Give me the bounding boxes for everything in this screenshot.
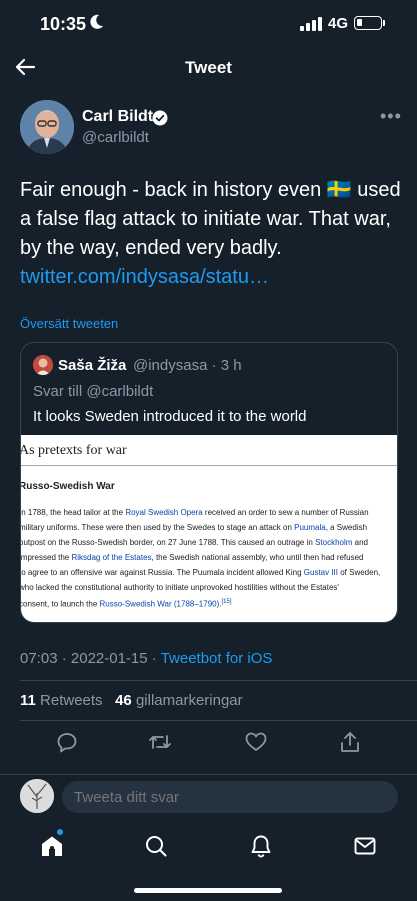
wiki-link: Stockholm [315, 538, 353, 547]
wiki-link: Royal Swedish Opera [125, 508, 203, 517]
reply-button[interactable] [53, 730, 81, 754]
nav-notifications[interactable] [247, 832, 275, 860]
reply-input[interactable] [62, 781, 398, 813]
wiki-line: consent, to launch the Russo-Swedish War… [21, 595, 397, 612]
like-count: 46 [115, 692, 132, 709]
wiki-text: impressed the [21, 553, 72, 562]
reply-icon [57, 733, 77, 753]
like-button[interactable] [242, 730, 270, 754]
retweet-label: Retweets [40, 692, 103, 709]
tweet-source[interactable]: Tweetbot for iOS [161, 650, 273, 667]
wiki-line: military uniforms. These were then used … [21, 520, 397, 535]
like-icon [245, 732, 267, 751]
home-indicator [134, 888, 282, 893]
tweet-stats: 11 Retweets 46 gillamarkeringar [20, 692, 243, 709]
author-name[interactable]: Carl Bildt [82, 108, 153, 126]
wiki-line: impressed the Riksdag of the Estates, th… [21, 550, 397, 565]
tweet-meta: 07:03 · 2022-01-15 · Tweetbot for iOS [20, 650, 272, 667]
wiki-text: to agree to an offensive war against Rus… [21, 568, 304, 577]
retweet-stat[interactable]: 11 Retweets [20, 692, 103, 709]
retweet-count: 11 [20, 692, 36, 709]
network-type: 4G [328, 15, 349, 32]
share-button[interactable] [336, 730, 364, 754]
notification-dot [57, 829, 63, 835]
home-icon [42, 836, 62, 856]
tweet-text: Fair enough - back in history even 🇸🇪 us… [20, 179, 401, 259]
quote-reply-to: Svar till @carlbildt [33, 383, 154, 400]
verified-badge-icon [152, 110, 168, 126]
wiki-text: who lacked the constitutional authority … [21, 583, 339, 592]
wiki-text: of Sweden, [338, 568, 381, 577]
nav-messages[interactable] [351, 832, 379, 860]
back-arrow-icon [15, 58, 36, 76]
retweet-button[interactable] [146, 730, 174, 754]
quote-author-name: Saša Žiža [58, 357, 127, 374]
divider [20, 720, 417, 721]
wiki-text: consent, to launch the [21, 599, 100, 609]
back-button[interactable] [12, 54, 38, 80]
translate-link[interactable]: Översätt tweeten [20, 316, 118, 331]
quote-avatar [33, 355, 53, 375]
wiki-link: Puumala [294, 523, 326, 532]
notifications-icon [251, 835, 271, 858]
user-avatar[interactable] [20, 779, 54, 813]
wiki-text: and [352, 538, 368, 547]
wiki-line: who lacked the constitutional authority … [21, 580, 397, 595]
status-time: 10:35 [40, 14, 87, 34]
wiki-line: outpost on the Russo-Swedish border, on … [21, 535, 397, 550]
quoted-tweet[interactable]: Saša Žiža @indysasa · 3 h Svar till @car… [20, 342, 398, 623]
wiki-paragraph: In 1788, the head tailor at the Royal Sw… [21, 505, 397, 612]
author-handle[interactable]: @carlbildt [82, 129, 149, 146]
wiki-text: outpost on the Russo-Swedish border, on … [21, 538, 316, 547]
nav-search[interactable] [142, 832, 170, 860]
quote-time: · 3 h [211, 357, 242, 374]
wiki-line: to agree to an offensive war against Rus… [21, 565, 397, 580]
tweet-time: 07:03 [20, 650, 58, 667]
wiki-text: In 1788, the head tailor at the [21, 508, 126, 517]
tweet-link[interactable]: twitter.com/indysasa/statu… [20, 266, 269, 288]
wiki-subheading: Russo-Swedish War [21, 481, 115, 492]
messages-icon [354, 837, 376, 855]
divider [20, 680, 417, 681]
quote-author-meta: @indysasa · 3 h [133, 357, 242, 374]
wiki-heading: As pretexts for war [21, 443, 127, 458]
wiki-text: military uniforms. These were then used … [21, 523, 295, 532]
like-stat[interactable]: 46 gillamarkeringar [115, 692, 243, 709]
quote-handle: @indysasa [133, 357, 208, 374]
battery-icon [354, 16, 382, 30]
retweet-icon [149, 735, 171, 749]
wiki-line: In 1788, the head tailor at the Royal Sw… [21, 505, 397, 520]
quote-image[interactable]: As pretexts for war Russo-Swedish War In… [21, 435, 397, 622]
nav-home[interactable] [38, 832, 66, 860]
page-title: Tweet [185, 58, 232, 77]
wiki-reference: [15] [221, 599, 232, 605]
quote-text: It looks Sweden introduced it to the wor… [33, 408, 307, 425]
search-icon [146, 836, 167, 857]
wiki-link: Russo-Swedish War (1788–1790) [99, 599, 220, 609]
tweet-body: Fair enough - back in history even 🇸🇪 us… [20, 176, 405, 292]
tweet-date: · 2022-01-15 · [61, 650, 157, 667]
moon-icon [90, 14, 104, 35]
cellular-signal-icon [300, 17, 322, 31]
share-icon [341, 732, 359, 752]
wiki-text: , a Swedish [325, 523, 368, 532]
like-label: gillamarkeringar [135, 692, 243, 709]
battery-tip [383, 20, 385, 26]
wiki-link: Riksdag of the Estates [71, 553, 152, 562]
wiki-text: , the Swedish national assembly, who unt… [151, 553, 364, 562]
wiki-text: received an order to sew a number of Rus… [202, 508, 369, 517]
author-avatar[interactable] [20, 100, 74, 154]
more-icon[interactable]: ••• [380, 106, 402, 127]
wiki-heading-rule [21, 465, 397, 466]
wiki-link: Gustav III [303, 568, 338, 577]
